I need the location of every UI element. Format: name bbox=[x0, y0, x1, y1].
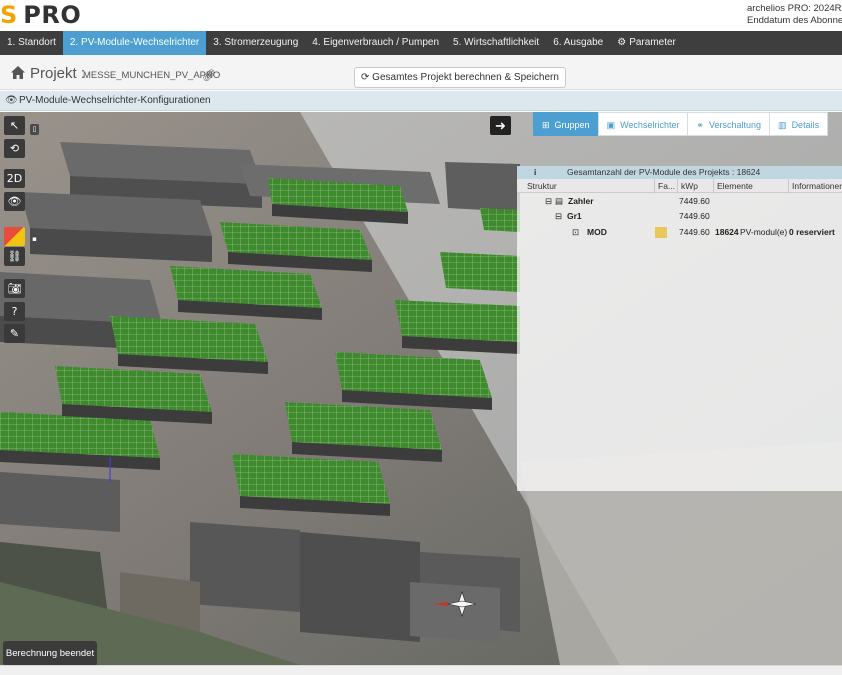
collapse-icon[interactable]: ⊟ bbox=[545, 194, 552, 209]
visibility-eye-icon[interactable]: 👁︎ bbox=[4, 192, 25, 211]
tab-eigenverbrauch[interactable]: 4. Eigenverbrauch / Pumpen bbox=[305, 31, 446, 55]
tab-verschaltung[interactable]: ⚭ Verschaltung bbox=[687, 112, 771, 136]
color-legend-button[interactable] bbox=[4, 227, 25, 246]
tree-label: Zahler bbox=[568, 196, 594, 206]
bottom-strip bbox=[0, 665, 842, 675]
column-farbe[interactable]: Fa... bbox=[654, 179, 675, 193]
configuration-title: PV-Module-Wechselrichter-Konfigurationen bbox=[19, 95, 211, 106]
elements-label: PV-modul(e) bbox=[740, 227, 788, 237]
panel-tabs: ⊞ Gruppen ▣ Wechselrichter ⚭ Verschaltung ▥… bbox=[533, 112, 829, 136]
module-count: 18624 bbox=[715, 227, 739, 237]
status-badge: Berechnung beendet bbox=[3, 641, 97, 666]
tab-verschaltung-label: Verschaltung bbox=[709, 120, 762, 130]
tree-row-mod[interactable]: ⊡ MOD 7449.60 18624 PV-modul(e) 0 reserv… bbox=[517, 225, 842, 240]
main-nav: 1. Standort 2. PV-Module-Wechselrichter … bbox=[0, 31, 842, 55]
gear-icon: ⚙ bbox=[617, 37, 627, 48]
module-count-summary: Gesamtanzahl der PV-Module des Projekts … bbox=[567, 167, 761, 177]
column-elemente[interactable]: Elemente bbox=[713, 179, 753, 193]
add-camera-button[interactable]: 📷︎ bbox=[4, 279, 25, 298]
meter-icon: ▤ bbox=[555, 196, 564, 206]
column-kwp[interactable]: kWp bbox=[677, 179, 698, 193]
tree-kwp: 7449.60 bbox=[679, 227, 710, 237]
color-swatch[interactable] bbox=[655, 227, 667, 238]
project-title: Projekt : bbox=[30, 65, 86, 82]
logo-text: PRO bbox=[23, 1, 82, 29]
collapse-icon[interactable]: ⊟ bbox=[555, 209, 562, 224]
groups-icon: ⊞ bbox=[542, 120, 550, 130]
orbit-tool-button[interactable]: ⟲ bbox=[4, 139, 25, 158]
calculate-save-label: Gesamtes Projekt berechnen & Speichern bbox=[372, 72, 559, 83]
eye-icon: 👁︎ bbox=[5, 95, 18, 106]
version-line: archelios PRO: 2024R1.0 bbox=[747, 3, 842, 14]
project-name: MESSE_MUNCHEN_PV_APRO bbox=[83, 70, 221, 81]
small-mode-button[interactable]: ▯ bbox=[30, 124, 39, 135]
module-count-header: i Gesamtanzahl der PV-Module des Projekt… bbox=[517, 166, 842, 179]
reserved-info: 0 reserviert bbox=[789, 227, 835, 237]
pv-array bbox=[440, 252, 520, 292]
tree-label: MOD bbox=[587, 227, 607, 237]
tab-wechselrichter-label: Wechselrichter bbox=[620, 120, 680, 130]
refresh-icon: ⟳ bbox=[361, 72, 370, 83]
tab-gruppen-label: Gruppen bbox=[554, 120, 590, 130]
2d-view-button[interactable]: 2D bbox=[4, 169, 25, 188]
tab-pv-module-wechselrichter[interactable]: 2. PV-Module-Wechselrichter bbox=[62, 31, 207, 55]
project-header: Projekt : MESSE_MUNCHEN_PV_APRO 🔗︎ ⟳ Ges… bbox=[0, 55, 842, 90]
pv-module-icon: ⊡ bbox=[572, 227, 580, 237]
link-tool-button[interactable]: ⛓ bbox=[4, 247, 25, 266]
home-icon[interactable] bbox=[11, 66, 25, 79]
calculate-save-button[interactable]: ⟳ Gesamtes Projekt berechnen & Speichern bbox=[354, 67, 566, 88]
link-icon[interactable]: 🔗︎ bbox=[202, 69, 216, 82]
inverter-icon: ▣ bbox=[606, 120, 616, 130]
info-icon: i bbox=[534, 167, 537, 177]
bar-chart-icon: ▥ bbox=[778, 120, 787, 130]
tab-parameter[interactable]: ⚙ Parameter bbox=[610, 31, 683, 55]
subscription-end-line: Enddatum des Abonnements bbox=[747, 15, 842, 26]
tree-row-zahler[interactable]: ⊟ ▤ Zahler 7449.60 bbox=[517, 194, 842, 209]
tree-kwp: 7449.60 bbox=[679, 211, 710, 221]
color-option-button[interactable]: ▪ bbox=[30, 234, 39, 245]
tree-kwp: 7449.60 bbox=[679, 196, 710, 206]
pv-array bbox=[395, 300, 520, 342]
tab-standort[interactable]: 1. Standort bbox=[0, 31, 63, 55]
pv-array bbox=[480, 208, 520, 232]
logo-letter: S bbox=[0, 1, 18, 29]
tab-gruppen[interactable]: ⊞ Gruppen bbox=[533, 112, 599, 136]
arrow-right-button[interactable]: ➜ bbox=[490, 116, 511, 135]
pv-array bbox=[232, 454, 390, 504]
tree-row-gr1[interactable]: ⊟ Gr1 7449.60 bbox=[517, 209, 842, 224]
tab-stromerzeugung[interactable]: 3. Stromerzeugung bbox=[206, 31, 305, 55]
app-logo: S PRO bbox=[0, 1, 82, 29]
tree-label: Gr1 bbox=[567, 211, 582, 221]
tab-details-label: Details bbox=[791, 120, 820, 130]
structure-tree-panel: i Gesamtanzahl der PV-Module des Projekt… bbox=[517, 166, 842, 491]
edit-button[interactable]: ✎ bbox=[4, 324, 25, 343]
column-struktur[interactable]: Struktur bbox=[524, 179, 557, 193]
configuration-bar: 👁︎ PV-Module-Wechselrichter-Konfiguratio… bbox=[0, 91, 842, 111]
tree-column-headers: Struktur Fa... kWp Elemente Informatione… bbox=[517, 179, 842, 193]
help-button[interactable]: ? bbox=[4, 302, 25, 321]
select-tool-button[interactable]: ↖ bbox=[4, 116, 25, 135]
top-bar: S PRO archelios PRO: 2024R1.0 Enddatum d… bbox=[0, 0, 842, 31]
version-info: archelios PRO: 2024R1.0 Enddatum des Abo… bbox=[747, 3, 842, 27]
link-icon: ⚭ bbox=[696, 120, 704, 130]
tab-parameter-label: Parameter bbox=[629, 37, 676, 48]
tab-wechselrichter[interactable]: ▣ Wechselrichter bbox=[597, 112, 689, 136]
tab-ausgabe[interactable]: 6. Ausgabe bbox=[546, 31, 610, 55]
tab-details[interactable]: ▥ Details bbox=[769, 112, 829, 136]
column-informationen[interactable]: Informationen bbox=[788, 179, 842, 193]
tab-wirtschaftlichkeit[interactable]: 5. Wirtschaftlichkeit bbox=[446, 31, 546, 55]
